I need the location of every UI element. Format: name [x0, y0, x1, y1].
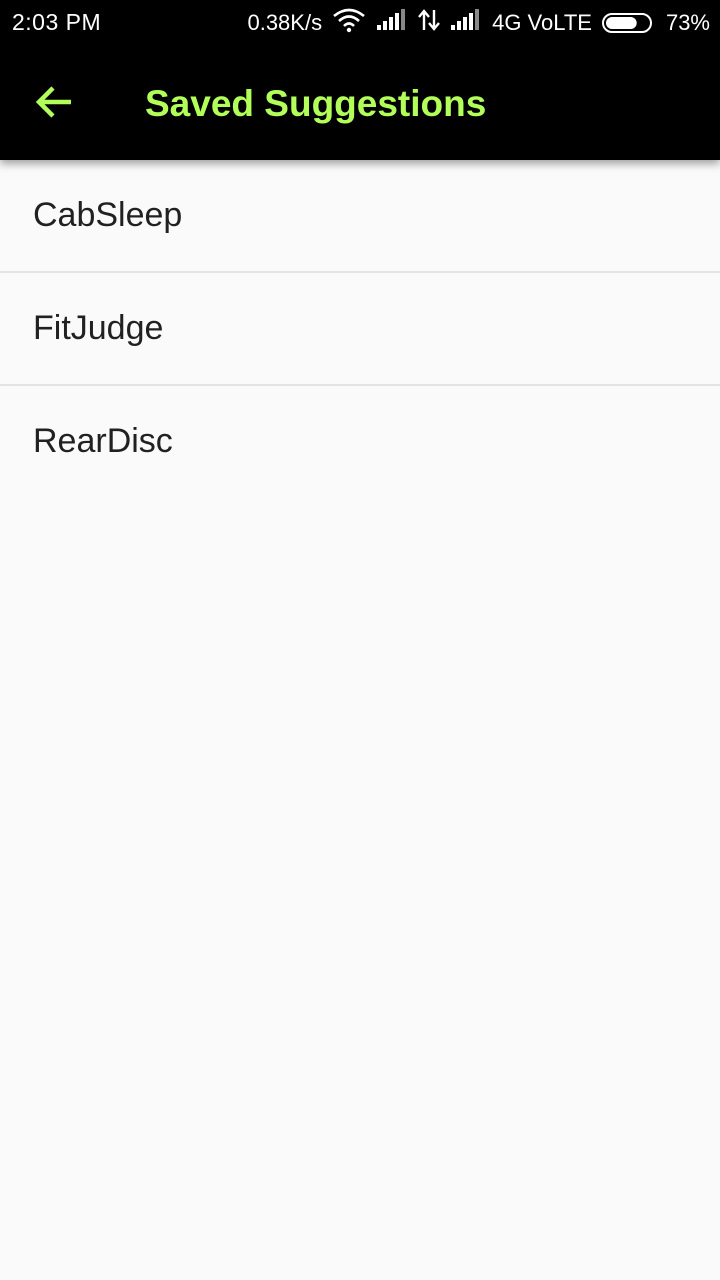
wifi-icon	[332, 7, 366, 39]
signal-icon	[450, 9, 482, 37]
battery-icon	[601, 12, 656, 34]
network-type: 4G VoLTE	[492, 10, 592, 35]
list-item[interactable]: CabSleep	[0, 160, 720, 273]
app-bar: Saved Suggestions	[0, 48, 720, 160]
list-item-label: FitJudge	[33, 309, 164, 347]
network-speed: 0.38K/s	[247, 10, 323, 35]
suggestions-list: CabSleep FitJudge RearDisc	[0, 160, 720, 497]
status-icons: 0.38K/s 4G VoLTE 73%	[247, 8, 710, 38]
list-item[interactable]: RearDisc	[0, 386, 720, 497]
battery-percent: 73%	[665, 10, 710, 35]
screen: 2:03 PM 0.38K/s 4G VoLTE 73% Saved Sugge…	[0, 0, 720, 1280]
list-item[interactable]: FitJudge	[0, 273, 720, 386]
status-time: 2:03 PM	[12, 9, 102, 35]
signal-icon	[376, 9, 408, 37]
status-bar: 2:03 PM 0.38K/s 4G VoLTE 73%	[0, 0, 720, 48]
list-item-label: RearDisc	[33, 422, 173, 460]
data-transfer-icon	[418, 8, 440, 38]
page-title: Saved Suggestions	[145, 83, 487, 124]
back-button[interactable]	[22, 72, 86, 136]
list-item-label: CabSleep	[33, 196, 183, 234]
arrow-back-icon	[35, 84, 73, 125]
